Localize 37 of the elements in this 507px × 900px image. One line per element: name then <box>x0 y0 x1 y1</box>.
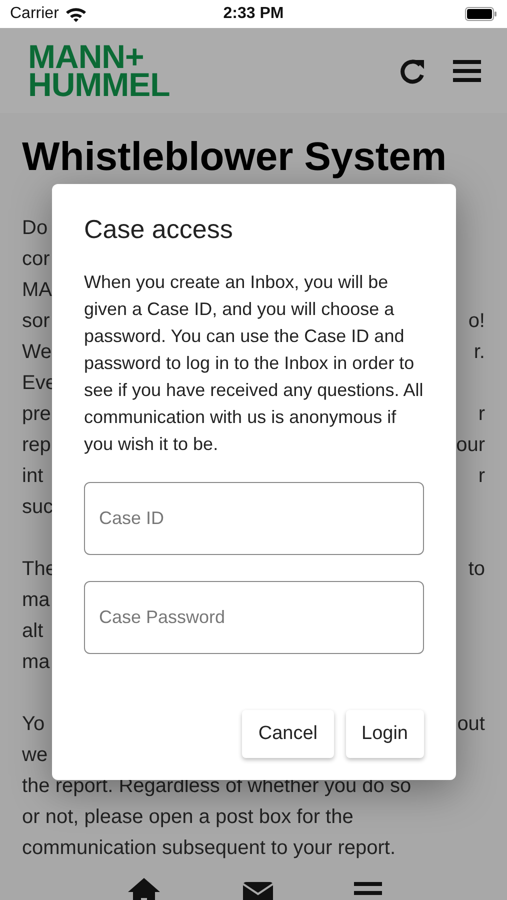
body-text: MA <box>22 278 52 303</box>
brand-logo: MANN+ HUMMEL <box>28 42 170 98</box>
cancel-button[interactable]: Cancel <box>242 710 334 758</box>
body-text: We <box>22 340 52 365</box>
menu-icon[interactable] <box>453 58 481 82</box>
body-text: suc <box>22 495 54 520</box>
battery-icon <box>465 7 497 21</box>
body-text: r. <box>474 340 485 365</box>
dialog-title: Case access <box>84 214 234 245</box>
home-icon[interactable] <box>126 876 162 900</box>
body-text: o! <box>468 309 485 334</box>
body-text: pre <box>22 402 51 427</box>
body-text: int <box>22 464 44 489</box>
status-time: 2:33 PM <box>223 5 284 23</box>
body-text: out <box>457 712 485 737</box>
body-text: rep <box>22 433 51 458</box>
body-text: r <box>478 464 485 489</box>
body-text: we <box>22 743 48 768</box>
input-field[interactable]: Case Password <box>84 581 424 654</box>
body-text: ma <box>22 588 50 613</box>
body-text: alt <box>22 619 44 644</box>
body-text: or not, please open a post box for the <box>22 805 354 830</box>
body-text: Do <box>22 216 48 241</box>
body-text: cor <box>22 247 50 272</box>
body-text: r <box>478 402 485 427</box>
dialog-text: When you create an Inbox, you will be given a Case ID, and you will choose a password. You can use the Case ID and password to log in to the Inbox in order to see if you have received any questions. All communication with us is anonymous if you wish it to be. <box>84 271 424 456</box>
body-text: sor <box>22 309 50 334</box>
body-text: ma <box>22 650 50 675</box>
body-text: to <box>468 557 485 582</box>
body-text: communication subsequent to your report. <box>22 836 396 861</box>
carrier-label: Carrier <box>10 5 59 23</box>
body-text: our <box>456 433 485 458</box>
page-title: Whistleblower System <box>22 135 447 179</box>
login-button[interactable]: Login <box>346 710 424 758</box>
wifi-icon <box>64 6 87 22</box>
body-text: Yo <box>22 712 45 737</box>
input-field[interactable]: Case ID <box>84 482 424 555</box>
